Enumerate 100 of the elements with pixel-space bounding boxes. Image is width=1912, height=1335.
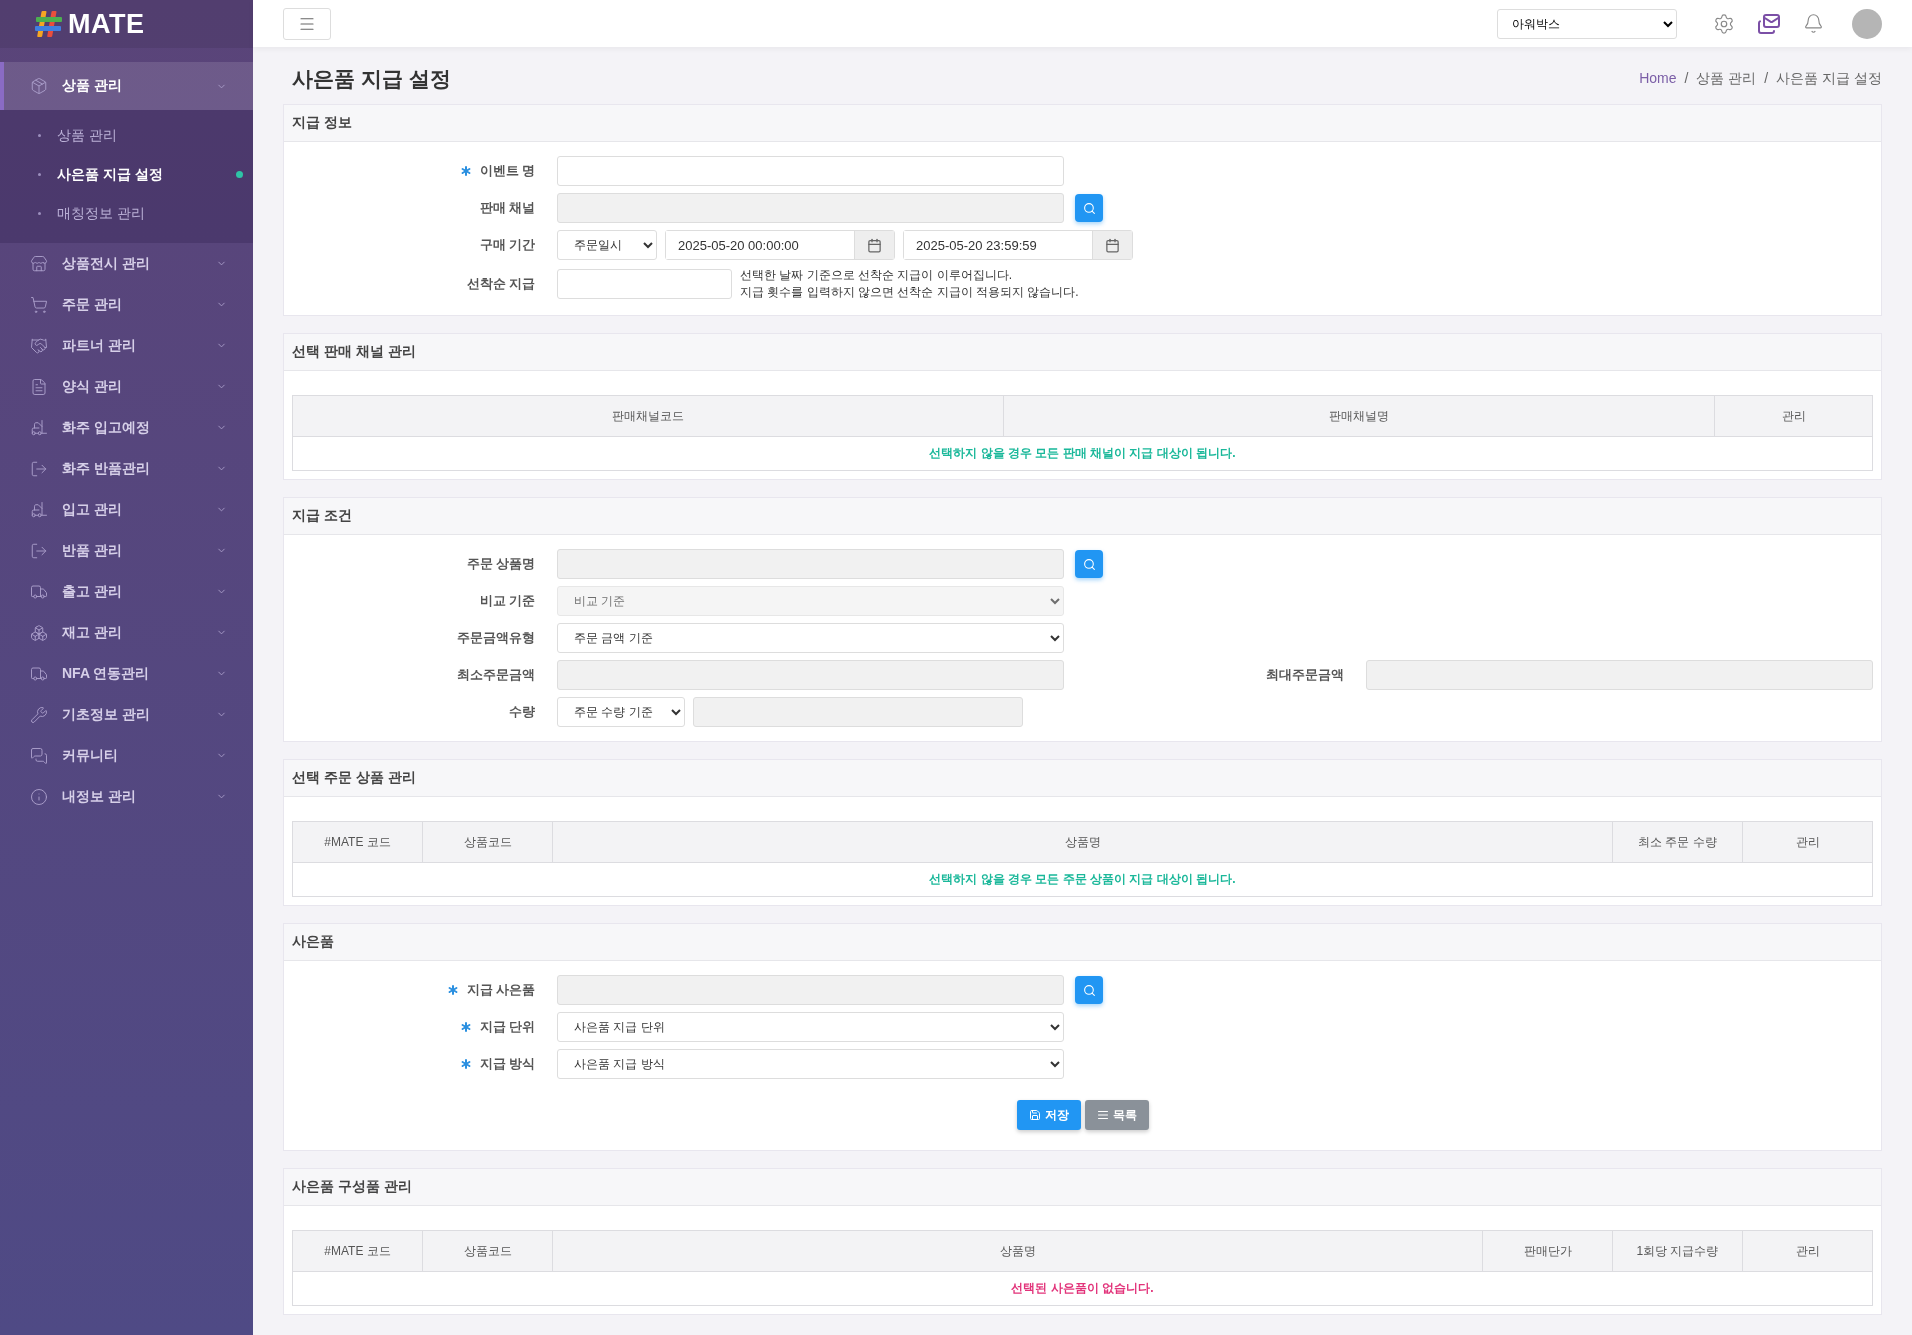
column-header: #MATE 코드 — [292, 1230, 423, 1272]
sidebar-item[interactable]: 파트너 관리 — [0, 325, 253, 366]
box-icon — [30, 77, 48, 95]
section-title: 사은품 구성품 관리 — [284, 1169, 1881, 1206]
submenu-item[interactable]: 사은품 지급 설정 — [0, 155, 253, 194]
boxes-icon — [30, 623, 48, 642]
forklift-icon — [30, 418, 48, 437]
active-dot-icon — [236, 171, 243, 178]
column-header: 상품명 — [552, 1230, 1483, 1272]
breadcrumb-current: 사은품 지급 설정 — [1776, 70, 1882, 88]
document-icon — [30, 377, 48, 396]
search-icon — [1082, 983, 1096, 997]
submenu-item[interactable]: 상품 관리 — [0, 116, 253, 155]
settings-icon[interactable] — [1713, 12, 1735, 35]
sidebar-item[interactable]: 재고 관리 — [0, 612, 253, 653]
calendar-button[interactable] — [854, 231, 894, 259]
sidebar-item[interactable]: 주문 관리 — [0, 284, 253, 325]
section-title: 지급 조건 — [284, 498, 1881, 535]
sidebar-item[interactable]: 커뮤니티 — [0, 735, 253, 776]
company-dropdown[interactable]: 아워박스 — [1497, 8, 1677, 39]
section-title: 선택 주문 상품 관리 — [284, 760, 1881, 797]
sidebar-item[interactable]: 양식 관리 — [0, 366, 253, 407]
handshake-icon — [30, 336, 48, 355]
column-header: 판매채널명 — [1003, 395, 1715, 437]
empty-message: 선택하지 않을 경우 모든 판매 채널이 지급 대상이 됩니다. — [292, 436, 1873, 471]
section-title: 지급 정보 — [284, 105, 1881, 142]
text-field[interactable] — [557, 156, 1064, 186]
truck-icon — [30, 582, 48, 601]
dropdown[interactable]: 주문 수량 기준 — [557, 697, 685, 727]
dropdown[interactable]: 주문일시 — [557, 230, 657, 260]
breadcrumb-separator: / — [1764, 70, 1769, 88]
sidebar-item[interactable]: 입고 관리 — [0, 489, 253, 530]
envelopes-icon[interactable] — [1757, 11, 1781, 36]
field-label: 비교 기준 — [479, 592, 535, 610]
date-field[interactable]: 2025-05-20 23:59:59 — [903, 230, 1133, 260]
section-title: 선택 판매 채널 관리 — [284, 334, 1881, 371]
breadcrumb-link[interactable]: 상품 관리 — [1696, 70, 1757, 88]
list-button[interactable]: 목록 — [1084, 1100, 1149, 1130]
sidebar-item[interactable]: 출고 관리 — [0, 571, 253, 612]
column-header: 판매채널코드 — [292, 395, 1004, 437]
sidebar-item[interactable]: 내정보 관리 — [0, 776, 253, 817]
save-button[interactable]: 저장 — [1016, 1100, 1081, 1130]
wrench-icon — [30, 705, 48, 724]
bell-icon[interactable] — [1803, 13, 1824, 34]
hint-text: 선택한 날짜 기준으로 선착순 지급이 이루어집니다. — [740, 267, 1013, 284]
sidebar-item[interactable]: 상품 관리 — [0, 62, 253, 110]
date-field[interactable]: 2025-05-20 00:00:00 — [665, 230, 895, 260]
menu-button[interactable] — [283, 7, 331, 40]
chat-icon — [30, 746, 48, 765]
chevron-icon — [216, 504, 227, 515]
avatar[interactable] — [1852, 8, 1882, 39]
logo-text: MATE — [68, 8, 145, 40]
sidebar-item[interactable]: NFA 연동관리 — [0, 653, 253, 694]
field-label: 지급 사은품 — [466, 981, 535, 999]
dropdown[interactable]: 사은품 지급 단위 — [557, 1012, 1064, 1042]
column-header: 1회당 지급수량 — [1612, 1230, 1743, 1272]
field-label: 지급 단위 — [479, 1018, 535, 1036]
breadcrumb-link[interactable]: Home — [1639, 70, 1677, 88]
dropdown[interactable]: 주문 금액 기준 — [557, 623, 1064, 653]
dropdown[interactable]: 사은품 지급 방식 — [557, 1049, 1064, 1079]
hash-logo-icon — [34, 9, 64, 39]
sidebar-item[interactable]: 상품전시 관리 — [0, 243, 253, 284]
field-label: 최소주문금액 — [457, 666, 535, 684]
submenu-item[interactable]: 매칭정보 관리 — [0, 194, 253, 233]
empty-message: 선택된 사은품이 없습니다. — [292, 1271, 1873, 1306]
sidebar-item[interactable]: 화주 입고예정 — [0, 407, 253, 448]
calendar-icon — [867, 237, 882, 253]
breadcrumb-separator: / — [1684, 70, 1689, 88]
field-label: 선착순 지급 — [466, 275, 535, 293]
field-label: 최대주문금액 — [1266, 666, 1344, 684]
field-label: 주문금액유형 — [457, 629, 535, 647]
text-field[interactable] — [557, 269, 732, 299]
column-header: 상품코드 — [422, 1230, 553, 1272]
calendar-icon — [1105, 237, 1120, 253]
cart-icon — [30, 295, 48, 314]
sidebar-item[interactable]: 기초정보 관리 — [0, 694, 253, 735]
empty-message: 선택하지 않을 경우 모든 주문 상품이 지급 대상이 됩니다. — [292, 862, 1873, 897]
sidebar-item[interactable]: 반품 관리 — [0, 530, 253, 571]
search-icon — [1082, 201, 1096, 215]
column-header: 상품명 — [552, 821, 1613, 863]
column-header: 상품코드 — [422, 821, 553, 863]
calendar-button[interactable] — [1092, 231, 1132, 259]
field-label: 수량 — [509, 703, 535, 721]
forklift-icon — [30, 500, 48, 519]
field-label: 판매 채널 — [479, 199, 535, 217]
search-icon — [1082, 557, 1096, 571]
store-icon — [30, 254, 48, 273]
section-title: 사은품 — [284, 924, 1881, 961]
column-header: 관리 — [1742, 1230, 1873, 1272]
column-header: 최소 주문 수량 — [1612, 821, 1743, 863]
search-button[interactable] — [1075, 194, 1103, 222]
hint-text: 지급 횟수를 입력하지 않으면 선착순 지급이 적용되지 않습니다. — [740, 284, 1079, 301]
search-button[interactable] — [1075, 976, 1103, 1004]
column-header: 관리 — [1742, 821, 1873, 863]
search-button[interactable] — [1075, 550, 1103, 578]
sidebar-item[interactable]: 화주 반품관리 — [0, 448, 253, 489]
info-icon — [30, 787, 48, 806]
column-header: 관리 — [1714, 395, 1873, 437]
field-label: 이벤트 명 — [479, 162, 535, 180]
field-label: 주문 상품명 — [466, 555, 535, 573]
